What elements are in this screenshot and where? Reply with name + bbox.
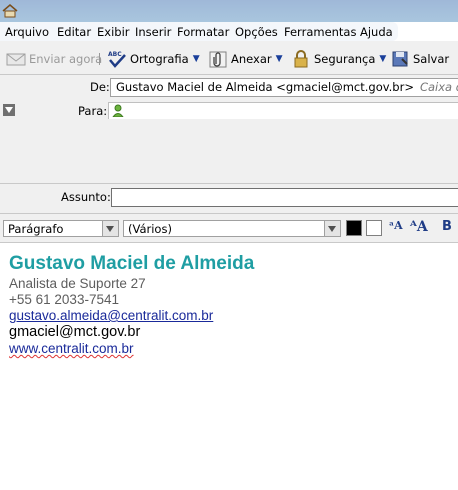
toolbar: Enviar agora ABC Ortografia ▼ Anexar ▼ S… xyxy=(0,41,458,75)
menu-bar: Arquivo Editar Exibir Inserir Formatar O… xyxy=(0,22,398,41)
menu-formatar[interactable]: Formatar xyxy=(177,25,229,39)
paragraph-format-select[interactable]: Parágrafo xyxy=(3,220,119,237)
send-now-button[interactable]: Enviar agora xyxy=(6,49,102,69)
from-select[interactable]: Gustavo Maciel de Almeida <gmaciel@mct.g… xyxy=(110,78,458,97)
save-label: Salvar xyxy=(413,52,450,66)
increase-font-icon[interactable]: ᴬA xyxy=(410,219,428,235)
spellcheck-icon: ABC xyxy=(108,51,126,68)
signature-email: gmaciel@mct.gov.br xyxy=(9,324,141,340)
chevron-down-icon[interactable]: ▼ xyxy=(379,54,386,64)
menu-ajuda[interactable]: Ajuda xyxy=(360,25,393,39)
signature-website-link[interactable]: www.centralit.com.br xyxy=(9,341,134,356)
spelling-button[interactable]: ABC Ortografia ▼ xyxy=(107,49,200,69)
chevron-down-icon xyxy=(324,221,340,236)
menu-editar[interactable]: Editar xyxy=(57,25,91,39)
signature-email-link[interactable]: gustavo.almeida@centralit.com.br xyxy=(9,308,213,323)
contact-icon xyxy=(112,104,124,117)
recipient-type-dropdown[interactable] xyxy=(3,104,15,116)
font-select[interactable]: (Vários) xyxy=(123,220,341,237)
spelling-label: Ortografia xyxy=(130,52,189,66)
chevron-down-icon[interactable]: ▼ xyxy=(276,54,283,64)
save-icon xyxy=(392,51,408,67)
from-account: Caixa de Co xyxy=(419,80,458,94)
background-color-swatch[interactable] xyxy=(366,220,382,236)
security-button[interactable]: Segurança ▼ xyxy=(291,49,386,69)
home-icon[interactable] xyxy=(2,4,18,18)
attach-label: Anexar xyxy=(231,52,272,66)
chevron-down-icon xyxy=(102,221,118,236)
from-value: Gustavo Maciel de Almeida <gmaciel@mct.g… xyxy=(116,80,414,94)
to-label: Para: xyxy=(78,104,108,118)
menu-arquivo[interactable]: Arquivo xyxy=(5,25,49,39)
subject-input[interactable] xyxy=(111,188,458,207)
toolbar-separator xyxy=(99,53,100,65)
subject-label: Assunto: xyxy=(61,190,111,204)
chevron-down-icon xyxy=(5,107,13,113)
font-value: (Vários) xyxy=(128,222,172,236)
paragraph-format-value: Parágrafo xyxy=(8,222,64,236)
title-bar xyxy=(0,0,458,22)
menu-opcoes[interactable]: Opções xyxy=(235,25,278,39)
svg-text:ABC: ABC xyxy=(108,51,122,58)
menu-inserir[interactable]: Inserir xyxy=(135,25,171,39)
envelope-icon xyxy=(6,53,26,66)
save-button[interactable]: Salvar xyxy=(390,49,449,69)
from-label: De: xyxy=(90,80,110,94)
decrease-font-icon[interactable]: ᵃA xyxy=(389,219,403,232)
signature-title: Analista de Suporte 27 xyxy=(9,276,146,291)
send-label: Enviar agora xyxy=(29,52,103,66)
menu-ferramentas[interactable]: Ferramentas xyxy=(284,25,356,39)
attach-button[interactable]: Anexar ▼ xyxy=(208,49,283,69)
lock-icon xyxy=(294,50,308,68)
to-input[interactable] xyxy=(108,102,458,120)
chevron-down-icon[interactable]: ▼ xyxy=(193,54,200,64)
text-color-swatch[interactable] xyxy=(346,220,362,236)
signature-name: Gustavo Maciel de Almeida xyxy=(9,253,255,274)
recipients-area[interactable] xyxy=(0,119,458,184)
security-label: Segurança xyxy=(314,52,376,66)
bold-button[interactable]: B xyxy=(442,219,452,234)
menu-exibir[interactable]: Exibir xyxy=(97,25,130,39)
signature-phone: +55 61 2033-7541 xyxy=(9,292,119,307)
paperclip-icon xyxy=(209,51,227,68)
